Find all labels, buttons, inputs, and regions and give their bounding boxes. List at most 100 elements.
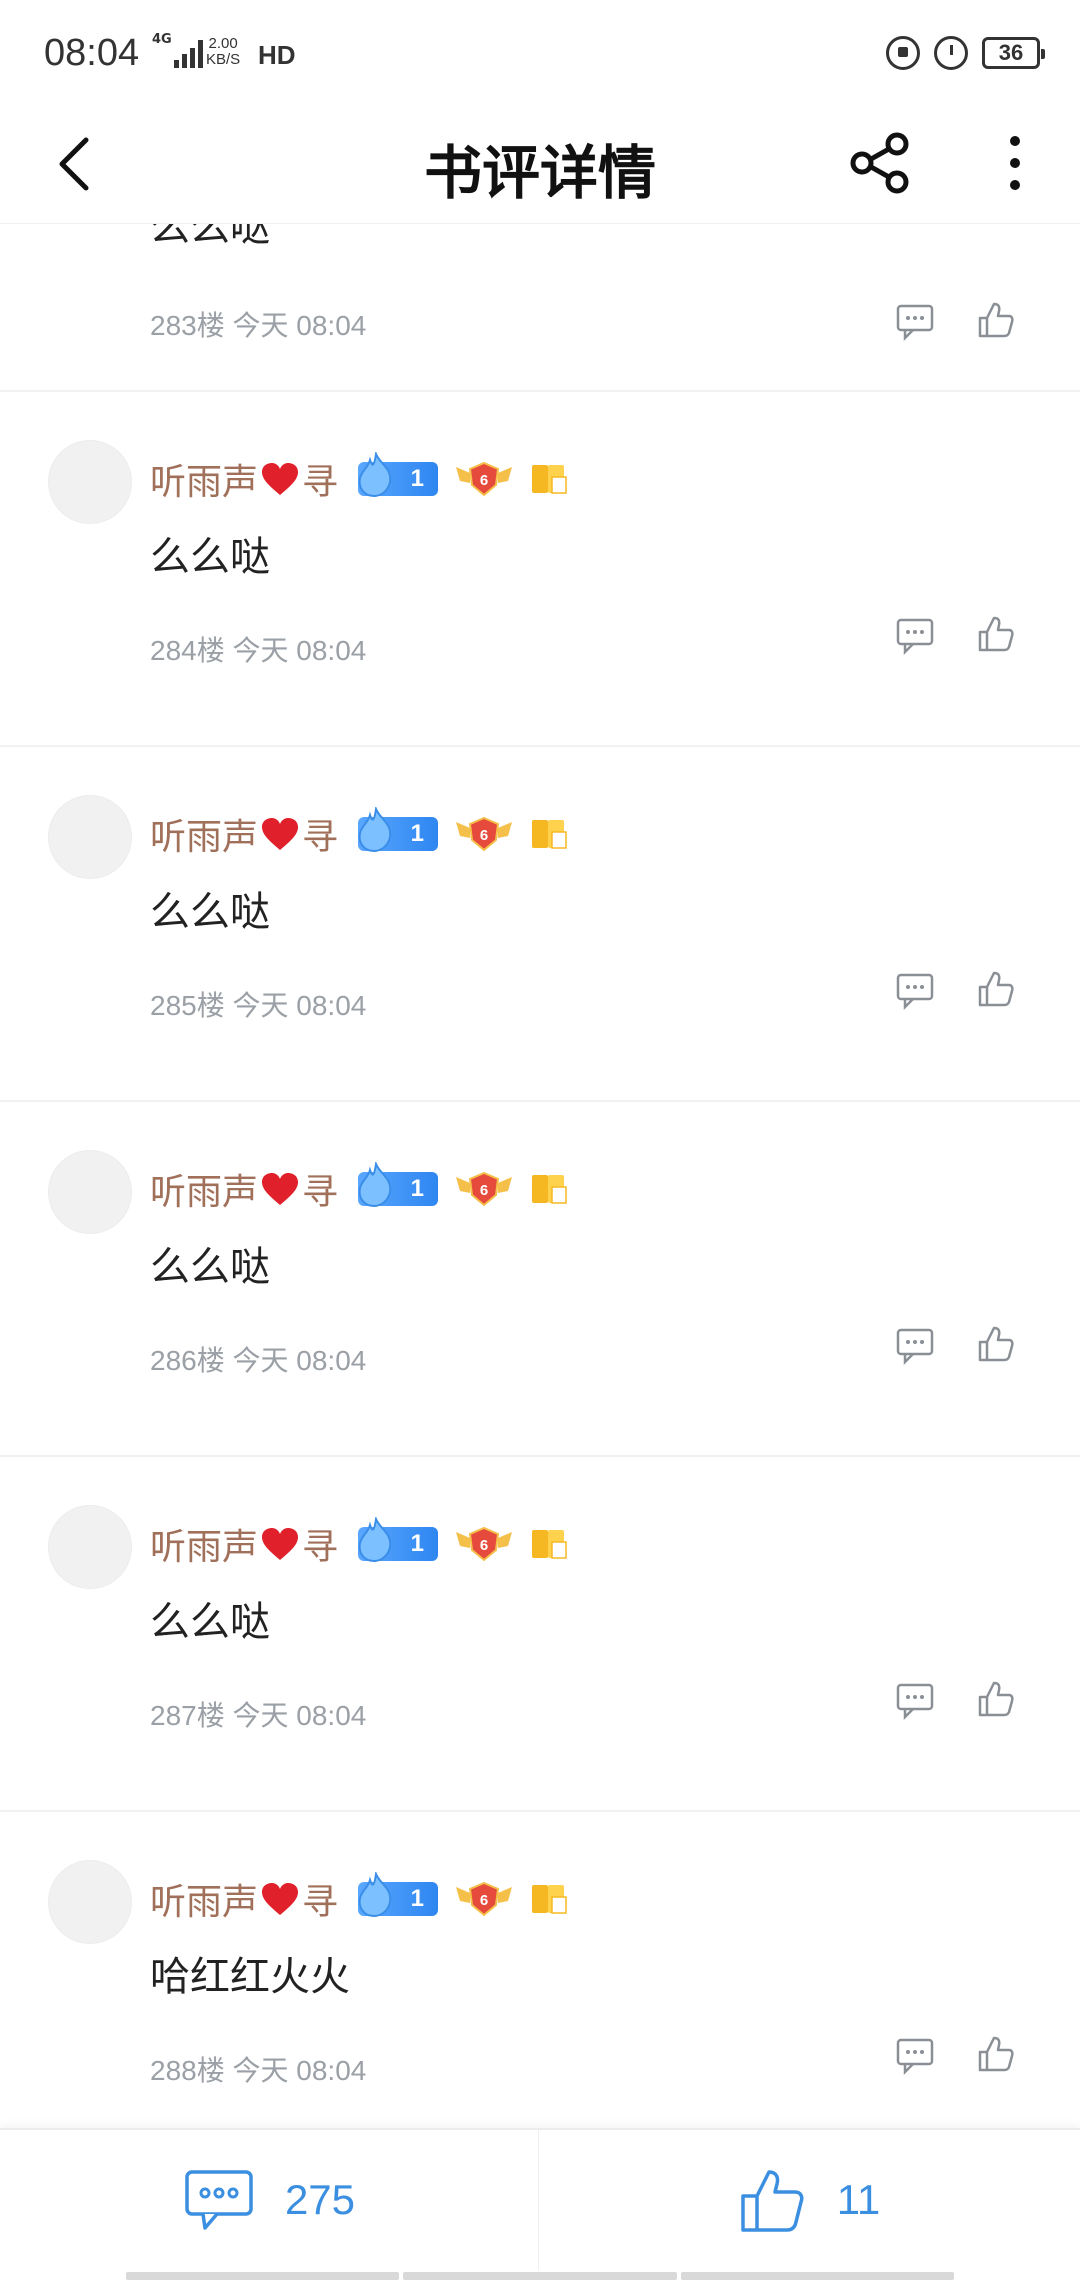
heart-icon [262,1528,299,1560]
comment-item: 么么哒 283楼 今天 08:04 [0,224,1080,392]
flame-icon [358,807,392,853]
heart-icon [262,818,299,850]
book-icon [530,1526,570,1562]
comment-meta: 288楼 今天 08:04 [150,2049,366,2089]
svg-text:6: 6 [480,472,488,489]
fan-level-badge: 1 [358,1517,439,1563]
comment-meta: 286楼 今天 08:04 [150,1339,366,1379]
avatar[interactable] [48,440,132,524]
fan-level-badge: 1 [358,1872,439,1918]
reply-button[interactable] [895,1681,941,1727]
alarm-icon [934,36,968,70]
svg-text:6: 6 [480,1537,488,1554]
avatar[interactable] [48,795,132,879]
avatar[interactable] [48,1505,132,1589]
svg-text:6: 6 [480,1892,488,1909]
user-info-row: 听雨声 寻 1 6 [150,452,570,505]
user-level-badge: 6 [454,1169,514,1209]
comment-icon [896,1328,934,1366]
top-navigation-bar: 书评详情 [0,110,1080,224]
thumbs-up-icon [978,1681,1014,1717]
book-icon [530,461,570,497]
heart-icon [262,463,299,495]
network-speed: 2.00 KB/S [206,35,241,68]
home-indicator [126,2272,954,2280]
comment-content: 么么哒 [150,1244,270,1290]
like-button[interactable] [976,2034,1022,2080]
comment-item: 听雨声 寻 1 6 么么哒 287楼 今天 08:04 [0,1457,1080,1812]
comment-meta: 284楼 今天 08:04 [150,629,366,669]
like-button[interactable] [976,614,1022,660]
comment-time: 今天 08:04 [232,2055,367,2086]
comment-meta: 287楼 今天 08:04 [150,1694,366,1734]
bottom-action-bar: 275 11 [0,2128,1080,2280]
reply-button[interactable] [895,971,941,1017]
username[interactable]: 听雨声 寻 [150,1518,338,1570]
floor-number: 287楼 [150,1700,225,1731]
comment-icon [896,1683,934,1721]
comment-time: 今天 08:04 [232,990,367,1021]
thumbs-up-icon [740,2170,804,2232]
book-icon [530,1171,570,1207]
floor-number: 286楼 [150,1345,225,1376]
book-icon [530,1881,570,1917]
share-icon [850,132,909,194]
username[interactable]: 听雨声 寻 [150,1873,338,1925]
user-info-row: 听雨声 寻 1 6 [150,1162,570,1215]
username[interactable]: 听雨声 寻 [150,453,338,505]
user-level-badge: 6 [454,814,514,854]
floor-number: 288楼 [150,2055,225,2086]
floor-number: 285楼 [150,990,225,1021]
fan-level-badge: 1 [358,1162,439,1208]
username[interactable]: 听雨声 寻 [150,808,338,860]
like-count-button[interactable]: 11 [540,2130,1079,2270]
flame-icon [358,452,392,498]
heart-icon [262,1173,299,1205]
thumbs-up-icon [978,616,1014,652]
fan-level-badge: 1 [358,452,439,498]
user-level-badge: 6 [454,1524,514,1564]
comment-content: 么么哒 [150,224,270,250]
svg-text:6: 6 [480,827,488,844]
flame-icon [358,1872,392,1918]
like-button[interactable] [976,300,1022,346]
comment-meta: 283楼 今天 08:04 [150,304,366,344]
reply-button[interactable] [895,2036,941,2082]
reply-button[interactable] [895,302,941,348]
like-button[interactable] [976,1324,1022,1370]
avatar[interactable] [48,1860,132,1944]
comment-item: 听雨声 寻 1 6 哈红红火火 288楼 今天 08:04 [0,1812,1080,2128]
flame-icon [358,1517,392,1563]
hd-icon: HD [258,40,296,70]
comment-icon [896,973,934,1011]
comment-list[interactable]: 么么哒 283楼 今天 08:04 听雨声 寻 1 6 么么哒 284楼 今天 … [0,224,1080,2128]
comment-meta: 285楼 今天 08:04 [150,984,366,1024]
comment-icon [896,2038,934,2076]
status-bar: 08:04 4G 2.00 KB/S HD 36 [0,0,1080,110]
user-info-row: 听雨声 寻 1 6 [150,1872,570,1925]
like-button[interactable] [976,969,1022,1015]
comment-time: 今天 08:04 [232,1700,367,1731]
like-button[interactable] [976,1679,1022,1725]
like-count: 11 [836,2176,881,2223]
comment-time: 今天 08:04 [232,1345,367,1376]
username[interactable]: 听雨声 寻 [150,1163,338,1215]
network-type: 4G [152,32,172,47]
flame-icon [358,1162,392,1208]
share-button[interactable] [840,118,920,208]
user-level-badge: 6 [454,459,514,499]
battery-icon: 36 [982,37,1045,69]
reply-button[interactable] [895,616,941,662]
book-icon [530,816,570,852]
floor-number: 283楼 [150,310,225,341]
rotation-lock-icon [886,36,920,70]
avatar[interactable] [48,1150,132,1234]
more-options-button[interactable] [980,118,1050,208]
comment-count-button[interactable]: 275 [0,2130,539,2270]
comment-item: 听雨声 寻 1 6 么么哒 286楼 今天 08:04 [0,1102,1080,1457]
user-info-row: 听雨声 寻 1 6 [150,1517,570,1570]
thumbs-up-icon [978,302,1014,338]
comment-time: 今天 08:04 [232,635,367,666]
comment-content: 哈红红火火 [150,1954,350,2000]
reply-button[interactable] [895,1326,941,1372]
